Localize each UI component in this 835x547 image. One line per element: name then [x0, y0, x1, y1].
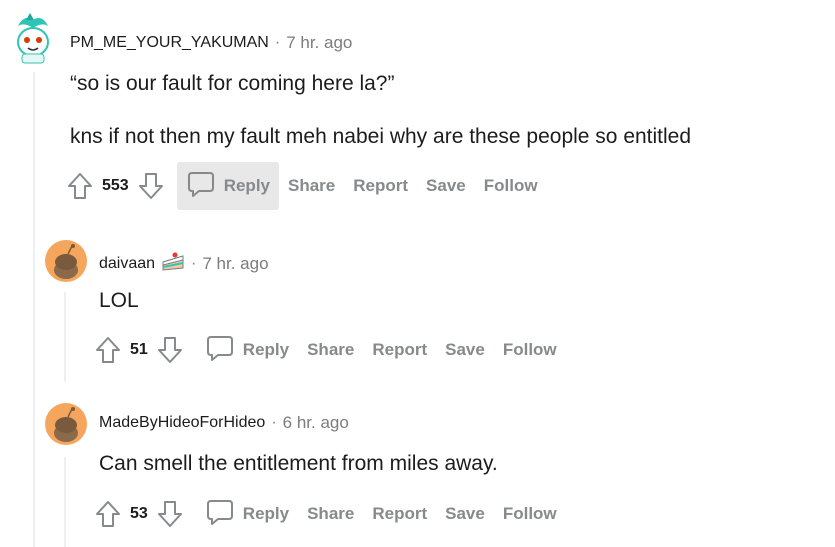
- reply-button[interactable]: Reply: [196, 326, 298, 374]
- arrow-up-icon[interactable]: [94, 499, 122, 529]
- follow-button[interactable]: Follow: [503, 504, 557, 524]
- snoo-avatar-icon: [17, 13, 49, 64]
- meta-separator: ·: [271, 414, 277, 431]
- snoo-avatar-icon: [54, 407, 78, 442]
- comment-text-line: kns if not then my fault meh nabei why a…: [70, 125, 692, 148]
- reply-label: Reply: [242, 340, 290, 359]
- comment-meta: MadeByHideoForHideo · 6 hr. ago: [99, 413, 349, 433]
- avatar[interactable]: [45, 240, 87, 282]
- reply-label: Reply: [223, 176, 270, 195]
- save-button[interactable]: Save: [445, 340, 485, 360]
- report-button[interactable]: Report: [372, 504, 427, 524]
- reply-button[interactable]: Reply: [176, 162, 279, 210]
- share-button[interactable]: Share: [307, 340, 354, 360]
- save-button[interactable]: Save: [426, 176, 466, 196]
- vote-controls: 51: [94, 335, 184, 365]
- reply-label: Reply: [242, 504, 290, 523]
- vote-controls: 53: [94, 499, 184, 529]
- thread-line-reply-1[interactable]: [64, 292, 66, 382]
- avatar[interactable]: [12, 12, 54, 64]
- save-button[interactable]: Save: [445, 504, 485, 524]
- arrow-up-icon[interactable]: [66, 171, 94, 201]
- thread-line-main[interactable]: [33, 72, 35, 547]
- speech-bubble-icon: [186, 169, 224, 204]
- comment-text-line: LOL: [99, 289, 139, 312]
- comment-text-line: “so is our fault for coming here la?”: [70, 72, 395, 95]
- timestamp[interactable]: 7 hr. ago: [202, 254, 268, 274]
- vote-score: 553: [102, 177, 129, 194]
- author-name[interactable]: PM_ME_YOUR_YAKUMAN: [70, 34, 269, 52]
- comment-text-line: Can smell the entitlement from miles awa…: [99, 452, 498, 475]
- meta-separator: ·: [274, 34, 281, 51]
- share-button[interactable]: Share: [307, 504, 354, 524]
- arrow-down-icon[interactable]: [156, 335, 184, 365]
- reply-button[interactable]: Reply: [196, 490, 298, 538]
- share-button[interactable]: Share: [288, 176, 335, 196]
- arrow-down-icon[interactable]: [137, 171, 165, 201]
- author-name[interactable]: daivaan: [99, 255, 155, 273]
- vote-controls: 553: [66, 171, 165, 201]
- report-button[interactable]: Report: [353, 176, 408, 196]
- speech-bubble-icon: [205, 497, 243, 532]
- speech-bubble-icon: [205, 333, 243, 368]
- vote-score: 53: [130, 505, 148, 522]
- timestamp[interactable]: 7 hr. ago: [286, 33, 352, 53]
- thread-line-reply-2[interactable]: [64, 457, 66, 547]
- snoo-avatar-icon: [54, 244, 78, 279]
- arrow-up-icon[interactable]: [94, 335, 122, 365]
- comment-actions: 51 Reply Share Report Save Follow: [94, 332, 566, 368]
- comment-actions: 553 Reply Share Report Save Follow: [66, 162, 547, 210]
- follow-button[interactable]: Follow: [503, 340, 557, 360]
- vote-score: 51: [130, 341, 148, 358]
- report-button[interactable]: Report: [372, 340, 427, 360]
- comment-meta: daivaan · 7 hr. ago: [99, 250, 269, 277]
- author-name[interactable]: MadeByHideoForHideo: [99, 414, 265, 432]
- timestamp[interactable]: 6 hr. ago: [283, 413, 349, 433]
- meta-separator: ·: [191, 254, 197, 272]
- arrow-down-icon[interactable]: [156, 499, 184, 529]
- follow-button[interactable]: Follow: [484, 176, 538, 196]
- avatar[interactable]: [45, 403, 87, 445]
- comment-actions: 53 Reply Share Report Save Follow: [94, 496, 566, 532]
- comment-meta: PM_ME_YOUR_YAKUMAN · 7 hr. ago: [70, 33, 352, 53]
- cake-icon: [161, 250, 185, 277]
